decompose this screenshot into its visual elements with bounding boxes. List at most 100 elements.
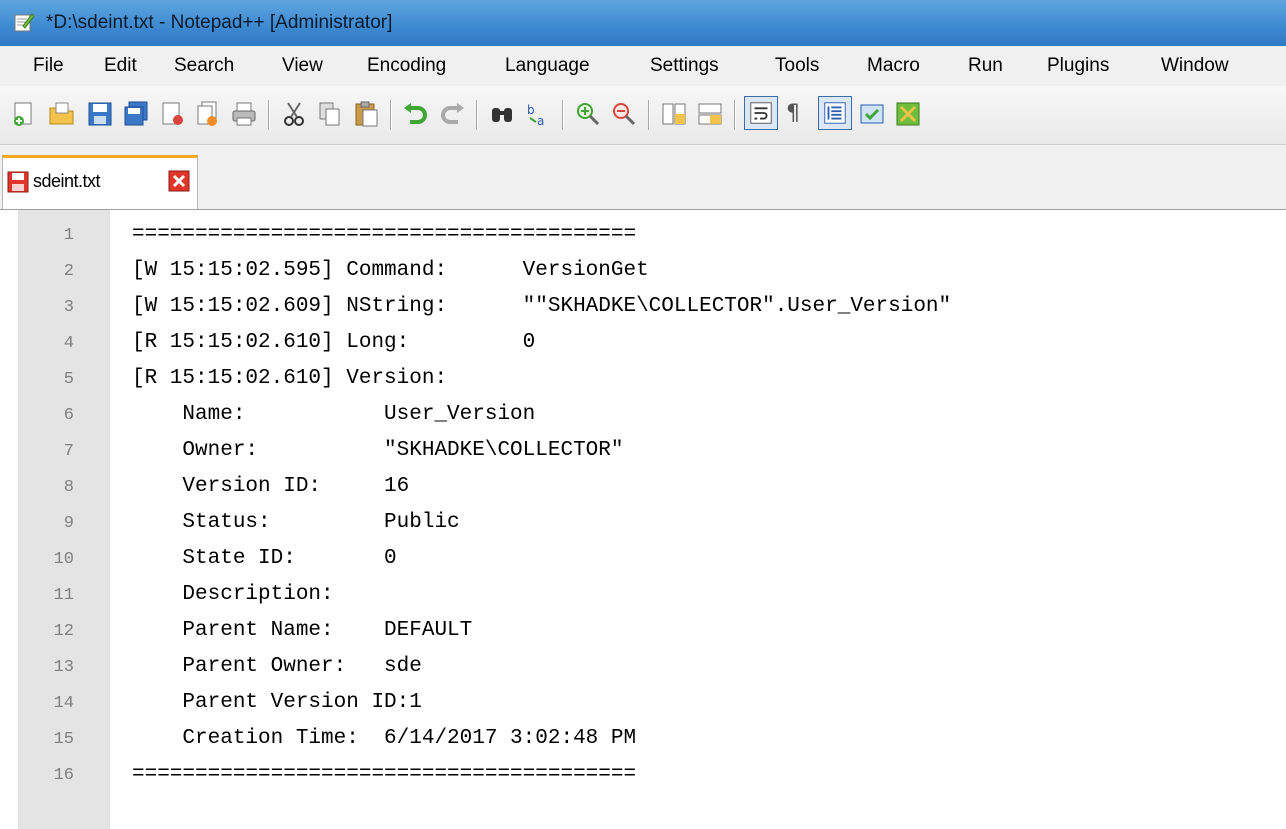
line-number: 13 bbox=[53, 658, 74, 677]
word-wrap-toggle[interactable] bbox=[744, 96, 778, 130]
indent-guide-icon bbox=[824, 102, 846, 124]
line-number: 11 bbox=[53, 586, 74, 605]
menu-edit[interactable]: Edit bbox=[104, 55, 137, 77]
menu-view[interactable]: View bbox=[282, 55, 323, 77]
editor-line: 16 =====================================… bbox=[0, 758, 1286, 794]
editor-line: 12 Parent Name: DEFAULT bbox=[0, 614, 1286, 650]
sync-horizontal-icon[interactable] bbox=[696, 100, 724, 128]
close-icon[interactable] bbox=[158, 100, 186, 128]
copy-icon[interactable] bbox=[316, 100, 344, 128]
line-text: State ID: 0 bbox=[132, 547, 397, 570]
menu-macro[interactable]: Macro bbox=[867, 55, 920, 77]
line-number: 15 bbox=[53, 730, 74, 749]
line-number: 14 bbox=[53, 694, 74, 713]
line-text: [W 15:15:02.595] Command: VersionGet bbox=[132, 259, 649, 282]
tab-label: sdeint.txt bbox=[33, 171, 101, 191]
editor-line: 4 [R 15:15:02.610] Long: 0 bbox=[0, 326, 1286, 362]
line-number: 12 bbox=[53, 622, 74, 641]
editor-line: 6 Name: User_Version bbox=[0, 398, 1286, 434]
editor-line: 14 Parent Version ID:1 bbox=[0, 686, 1286, 722]
line-number: 6 bbox=[63, 406, 74, 425]
undo-icon[interactable] bbox=[402, 100, 430, 128]
zoom-out-icon[interactable] bbox=[610, 100, 638, 128]
line-text: Parent Name: DEFAULT bbox=[132, 619, 473, 642]
editor-line: 15 Creation Time: 6/14/2017 3:02:48 PM bbox=[0, 722, 1286, 758]
word-wrap-icon bbox=[750, 102, 772, 124]
menu-plugins[interactable]: Plugins bbox=[1047, 55, 1109, 77]
save-icon[interactable] bbox=[86, 100, 114, 128]
editor-line: 9 Status: Public bbox=[0, 506, 1286, 542]
new-file-icon[interactable] bbox=[10, 100, 38, 128]
menu-file[interactable]: File bbox=[33, 55, 64, 77]
find-icon[interactable] bbox=[488, 100, 516, 128]
line-text: [R 15:15:02.610] Long: 0 bbox=[132, 331, 536, 354]
cut-icon[interactable] bbox=[280, 100, 308, 128]
menu-encoding[interactable]: Encoding bbox=[367, 55, 446, 77]
line-text: ======================================== bbox=[132, 223, 637, 246]
line-text: Name: User_Version bbox=[132, 403, 536, 426]
menu-bar: File Edit Search View Encoding Language … bbox=[0, 46, 1286, 87]
editor-line: 11 Description: bbox=[0, 578, 1286, 614]
editor-area[interactable]: 1 ======================================… bbox=[0, 210, 1286, 829]
toolbar-separator bbox=[476, 100, 478, 130]
close-all-icon[interactable] bbox=[194, 100, 222, 128]
title-bar: *D:\sdeint.txt - Notepad++ [Administrato… bbox=[0, 0, 1286, 46]
line-text: Parent Owner: sde bbox=[132, 655, 422, 678]
toolbar-separator bbox=[268, 100, 270, 130]
menu-run[interactable]: Run bbox=[968, 55, 1003, 77]
line-number: 4 bbox=[63, 334, 74, 353]
editor-line: 1 ======================================… bbox=[0, 218, 1286, 254]
paste-icon[interactable] bbox=[352, 100, 380, 128]
open-file-icon[interactable] bbox=[48, 100, 76, 128]
editor-line: 8 Version ID: 16 bbox=[0, 470, 1286, 506]
line-number: 10 bbox=[53, 550, 74, 569]
svg-text:b: b bbox=[527, 103, 535, 117]
toolbar-separator bbox=[390, 100, 392, 130]
tab-sdeint[interactable]: sdeint.txt bbox=[2, 155, 198, 209]
line-number: 1 bbox=[63, 226, 74, 245]
indent-guide-toggle[interactable] bbox=[818, 96, 852, 130]
line-text: Creation Time: 6/14/2017 3:02:48 PM bbox=[132, 727, 637, 750]
line-text: Description: bbox=[132, 583, 334, 606]
editor-line: 5 [R 15:15:02.610] Version: bbox=[0, 362, 1286, 398]
tab-close-icon[interactable] bbox=[168, 170, 190, 192]
line-text: Status: Public bbox=[132, 511, 460, 534]
toolbar-separator bbox=[734, 100, 736, 130]
editor-line: 2 [W 15:15:02.595] Command: VersionGet bbox=[0, 254, 1286, 290]
zoom-in-icon[interactable] bbox=[574, 100, 602, 128]
line-number: 9 bbox=[63, 514, 74, 533]
line-number: 16 bbox=[53, 766, 74, 785]
sync-vertical-icon[interactable] bbox=[660, 100, 688, 128]
line-number: 8 bbox=[63, 478, 74, 497]
line-number: 2 bbox=[63, 262, 74, 281]
window-title: *D:\sdeint.txt - Notepad++ [Administrato… bbox=[46, 12, 393, 33]
menu-search[interactable]: Search bbox=[174, 55, 234, 77]
toolbar-separator bbox=[648, 100, 650, 130]
line-text: Parent Version ID:1 bbox=[132, 691, 422, 714]
show-all-chars-icon[interactable]: ¶ bbox=[786, 100, 814, 128]
editor-line: 7 Owner: "SKHADKE\COLLECTOR" bbox=[0, 434, 1286, 470]
line-number: 7 bbox=[63, 442, 74, 461]
menu-language[interactable]: Language bbox=[505, 55, 590, 77]
line-text: [W 15:15:02.609] NString: ""SKHADKE\COLL… bbox=[132, 295, 952, 318]
editor-line: 13 Parent Owner: sde bbox=[0, 650, 1286, 686]
line-text: ======================================== bbox=[132, 763, 637, 786]
menu-settings[interactable]: Settings bbox=[650, 55, 719, 77]
doc-map-icon[interactable] bbox=[894, 100, 922, 128]
replace-icon[interactable]: ba bbox=[524, 100, 552, 128]
menu-tools[interactable]: Tools bbox=[775, 55, 819, 77]
line-text: Version ID: 16 bbox=[132, 475, 410, 498]
editor-line: 3 [W 15:15:02.609] NString: ""SKHADKE\CO… bbox=[0, 290, 1286, 326]
line-number: 3 bbox=[63, 298, 74, 317]
toolbar-separator bbox=[562, 100, 564, 130]
editor-line: 10 State ID: 0 bbox=[0, 542, 1286, 578]
save-all-icon[interactable] bbox=[122, 100, 150, 128]
print-icon[interactable] bbox=[230, 100, 258, 128]
svg-text:a: a bbox=[537, 114, 544, 128]
line-number: 5 bbox=[63, 370, 74, 389]
redo-icon[interactable] bbox=[438, 100, 466, 128]
toolbar: ba ¶ bbox=[0, 86, 1286, 145]
unsaved-file-icon bbox=[7, 171, 29, 193]
user-language-icon[interactable] bbox=[858, 100, 886, 128]
menu-window[interactable]: Window bbox=[1161, 55, 1229, 77]
